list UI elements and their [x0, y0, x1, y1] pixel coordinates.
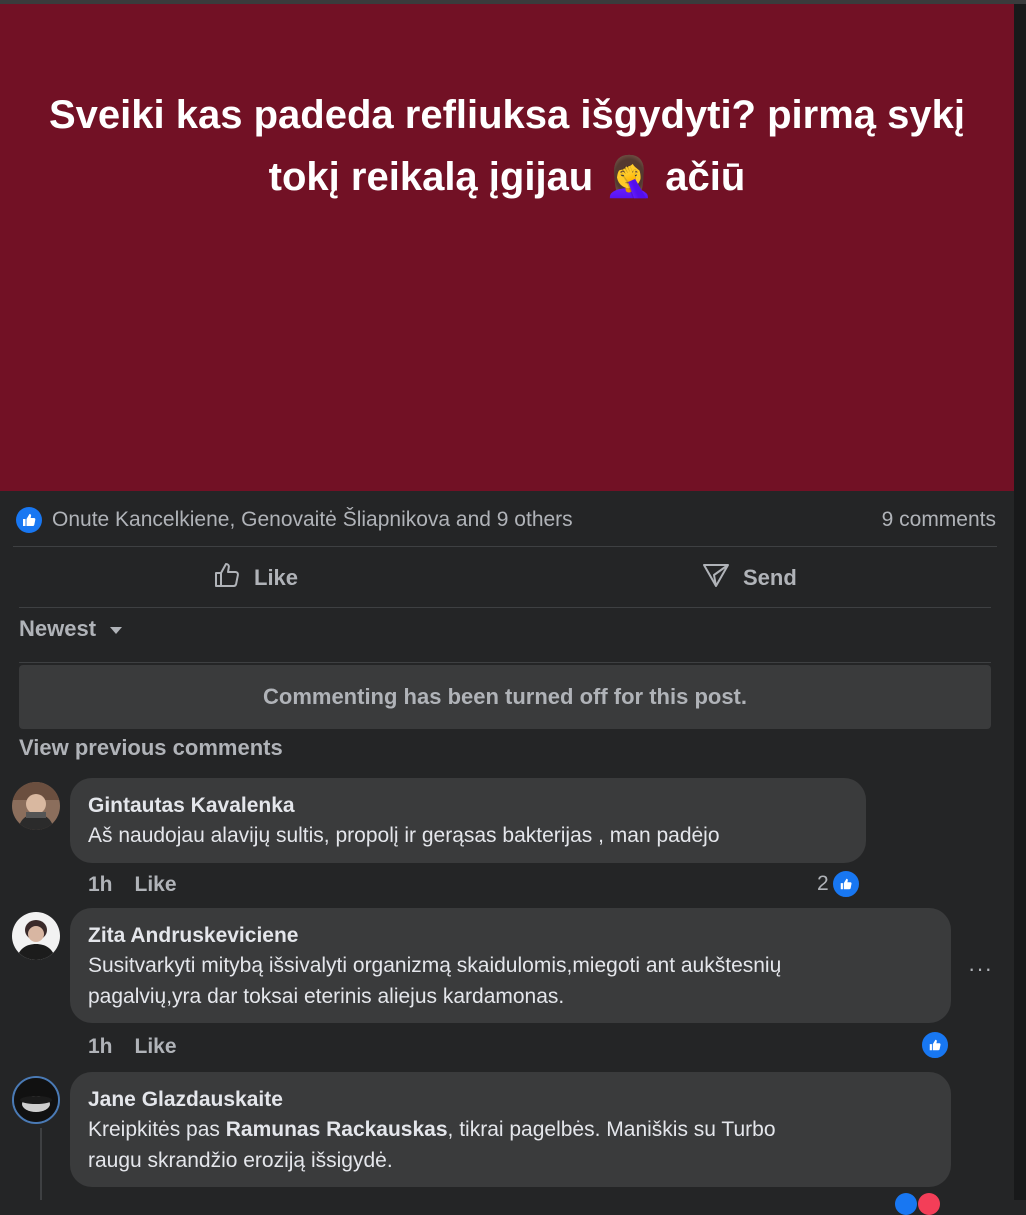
view-previous-comments-link[interactable]: View previous comments	[19, 735, 283, 761]
avatar[interactable]	[12, 912, 60, 960]
comment-like-link[interactable]: Like	[135, 1035, 177, 1059]
avatar[interactable]	[12, 1076, 60, 1124]
comment-text-line: raugu skrandžio eroziją išsigydė.	[88, 1149, 393, 1172]
comment-meta: 1h Like	[88, 873, 177, 897]
like-button-label: Like	[254, 565, 299, 590]
love-icon	[918, 1193, 940, 1215]
comment-bubble: Zita Andruskeviciene Susitvarkyti mitybą…	[70, 908, 951, 1023]
send-button-label: Send	[743, 565, 797, 590]
divider	[13, 546, 997, 547]
send-icon	[701, 560, 731, 596]
reactors-text[interactable]: Onute Kancelkiene, Genovaitė Šliapnikova…	[52, 508, 573, 532]
sort-dropdown[interactable]: Newest	[19, 616, 123, 642]
reactions-summary: Onute Kancelkiene, Genovaitė Šliapnikova…	[16, 505, 996, 537]
reaction-count: 2	[817, 872, 829, 895]
comment-meta: 1h Like	[88, 1035, 177, 1059]
comment-author[interactable]: Zita Andruskeviciene	[88, 922, 933, 950]
like-button[interactable]: Like	[212, 558, 298, 598]
comment-reactions[interactable]	[920, 1030, 950, 1060]
like-icon	[920, 1030, 950, 1060]
comment-bubble: Gintautas Kavalenka Aš naudojau alavijų …	[70, 778, 866, 863]
avatar[interactable]	[12, 782, 60, 830]
comment-time[interactable]: 1h	[88, 873, 113, 897]
comments-count[interactable]: 9 comments	[882, 508, 996, 532]
comment-text-prefix: Kreipkitės pas	[88, 1118, 226, 1141]
chevron-down-icon	[110, 627, 123, 634]
post-banner: Sveiki kas padeda refliuksa išgydyti? pi…	[0, 4, 1014, 491]
like-icon[interactable]	[16, 507, 42, 533]
comment-author[interactable]: Jane Glazdauskaite	[88, 1086, 933, 1114]
comment-text: Aš naudojau alavijų sultis, propolį ir g…	[88, 824, 720, 847]
divider	[19, 607, 991, 608]
comment-time[interactable]: 1h	[88, 1035, 113, 1059]
more-options-icon[interactable]: ···	[968, 956, 993, 982]
mention-link[interactable]: Ramunas Rackauskas	[226, 1118, 448, 1141]
send-button[interactable]: Send	[701, 558, 797, 598]
thumbs-up-icon	[212, 560, 242, 596]
scrollbar-track[interactable]	[1014, 4, 1026, 1200]
comment-text-suffix: , tikrai pagelbės. Maniškis su Turbo	[447, 1118, 776, 1141]
notice-text: Commenting has been turned off for this …	[263, 684, 747, 709]
sort-label: Newest	[19, 616, 97, 641]
like-icon	[895, 1193, 917, 1215]
comment-text-line: Kreipkitės pas Ramunas Rackauskas, tikra…	[88, 1114, 933, 1145]
comment-like-link[interactable]: Like	[135, 873, 177, 897]
post-text: Sveiki kas padeda refliuksa išgydyti? pi…	[49, 93, 965, 199]
comment-bubble: Jane Glazdauskaite Kreipkitės pas Ramuna…	[70, 1072, 951, 1187]
comment-text-line: pagalvių,yra dar toksai eterinis aliejus…	[88, 985, 565, 1008]
divider	[19, 662, 991, 663]
comment-reactions[interactable]: 2	[817, 869, 861, 899]
like-icon	[830, 869, 861, 899]
comment-author[interactable]: Gintautas Kavalenka	[88, 792, 848, 820]
thread-line	[40, 1128, 42, 1200]
commenting-off-notice: Commenting has been turned off for this …	[19, 665, 991, 729]
comment-text-line: Susitvarkyti mitybą išsivalyti organizmą…	[88, 954, 782, 977]
